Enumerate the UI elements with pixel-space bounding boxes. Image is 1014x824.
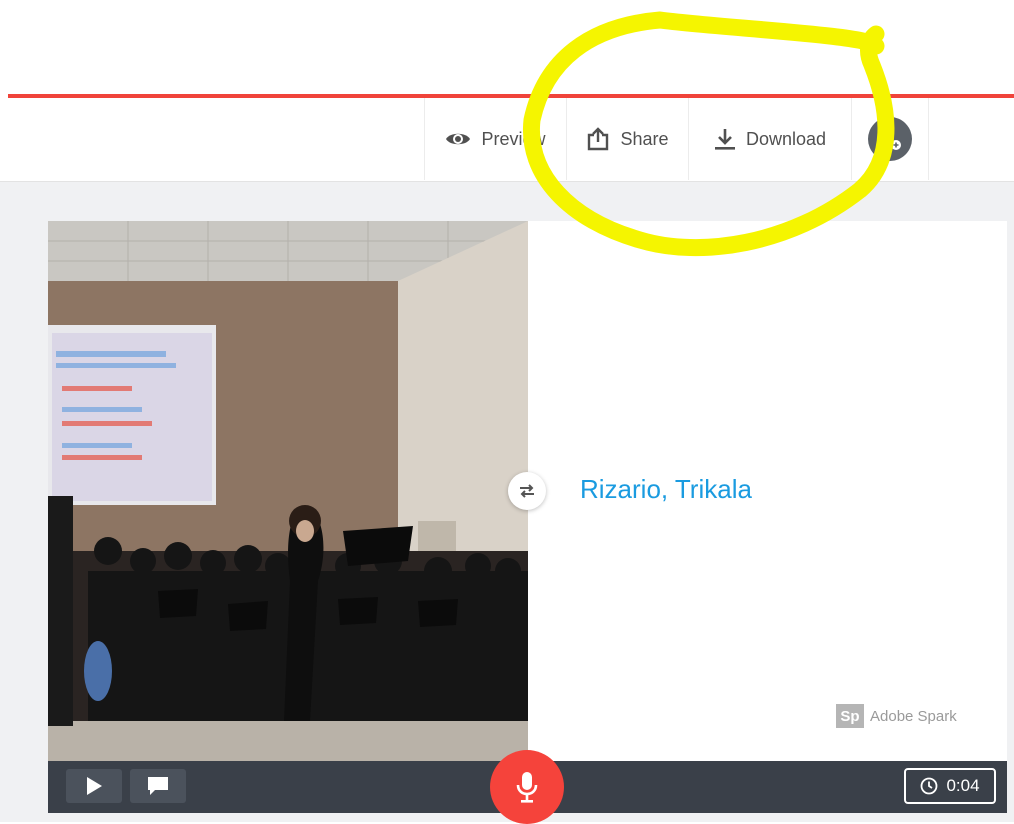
top-toolbar: Preview Share Download xyxy=(0,98,1014,180)
add-user-icon xyxy=(879,130,901,150)
download-button[interactable]: Download xyxy=(688,98,851,180)
invite-collaborator-button[interactable] xyxy=(851,98,929,180)
spark-logo: Sp xyxy=(836,704,864,728)
swap-layout-button[interactable] xyxy=(508,472,546,510)
share-button[interactable]: Share xyxy=(566,98,688,180)
caption-icon xyxy=(148,777,168,795)
eye-icon xyxy=(446,133,471,145)
duration-value: 0:04 xyxy=(946,776,980,795)
avatar[interactable] xyxy=(868,117,912,161)
clock-icon xyxy=(921,777,938,795)
preview-label: Preview xyxy=(481,128,546,149)
concert-photo xyxy=(48,221,528,761)
play-icon xyxy=(87,777,102,795)
brand-name: Adobe Spark xyxy=(870,707,957,725)
download-icon xyxy=(714,129,735,150)
microphone-icon xyxy=(516,772,538,803)
slide-duration-button[interactable]: 0:04 xyxy=(904,768,996,804)
slide-photo[interactable] xyxy=(48,221,528,761)
swap-icon xyxy=(520,484,534,498)
record-voice-button[interactable] xyxy=(490,750,564,824)
adobe-spark-watermark: Sp Adobe Spark xyxy=(836,704,957,728)
download-label: Download xyxy=(745,128,827,149)
preview-button[interactable]: Preview xyxy=(424,98,566,180)
share-label: Share xyxy=(620,128,669,149)
slide-title[interactable]: Rizario, Trikala xyxy=(580,474,752,505)
play-button[interactable] xyxy=(66,769,122,803)
share-icon xyxy=(588,127,609,151)
caption-button[interactable] xyxy=(130,769,186,803)
